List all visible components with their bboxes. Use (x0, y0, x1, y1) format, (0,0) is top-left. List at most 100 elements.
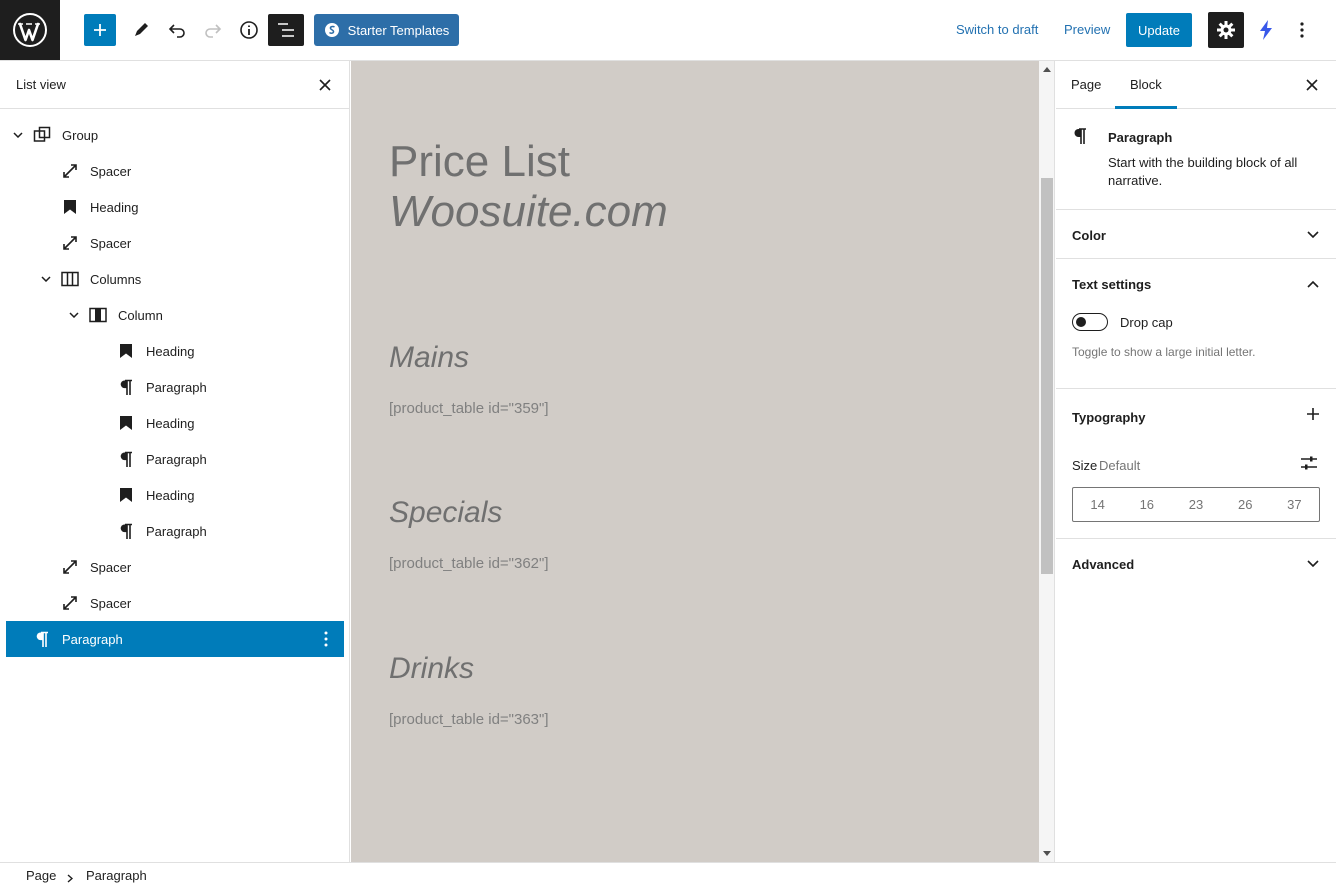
page-heading-line2: Woosuite.com (389, 187, 668, 236)
drop-cap-help: Toggle to show a large initial letter. (1072, 345, 1256, 359)
chevron-down-icon[interactable] (68, 309, 80, 321)
settings-button[interactable] (1208, 12, 1244, 48)
performance-button[interactable] (1254, 14, 1278, 46)
advanced-panel[interactable]: Advanced (1056, 539, 1336, 589)
list-view-item-label: Paragraph (146, 524, 207, 539)
more-vertical-icon[interactable] (324, 631, 330, 647)
starter-templates-button[interactable]: Starter Templates (314, 14, 459, 46)
details-button[interactable] (233, 14, 265, 46)
list-view-item-label: Spacer (90, 596, 132, 611)
list-view-panel: List view Group Spacer Heading Spacer Column… (0, 61, 350, 862)
typography-options-button[interactable] (1306, 407, 1320, 421)
paragraph-icon (1072, 127, 1088, 148)
list-view-item-label: Spacer (90, 560, 132, 575)
list-view-item-label: Heading (146, 488, 195, 503)
page-heading[interactable]: Price List Woosuite.com (389, 137, 668, 237)
list-view-item-heading[interactable]: Heading (6, 333, 344, 369)
section-heading-mains[interactable]: Mains (389, 341, 469, 375)
page-heading-line1: Price List (389, 137, 570, 186)
list-view-item-columns[interactable]: Columns (6, 261, 344, 297)
close-sidebar-button[interactable] (1302, 75, 1322, 95)
shortcode-paragraph-mains[interactable]: [product_table id="359"] (389, 400, 549, 417)
settings-sidebar: Page Block Paragraph Start with the buil… (1056, 61, 1336, 862)
chevron-down-icon[interactable] (40, 273, 52, 285)
plus-icon (94, 24, 106, 36)
list-view-item-label: Heading (146, 344, 195, 359)
scroll-up-arrow-icon[interactable] (1043, 67, 1051, 72)
sidebar-tabs: Page Block (1056, 61, 1336, 109)
font-size-option[interactable]: 23 (1171, 488, 1220, 521)
list-view-item-spacer[interactable]: Spacer (6, 549, 344, 585)
update-button[interactable]: Update (1126, 13, 1192, 47)
preview-button[interactable]: Preview (1064, 14, 1110, 46)
list-view-item-spacer[interactable]: Spacer (6, 585, 344, 621)
redo-button[interactable] (197, 14, 229, 46)
undo-button[interactable] (161, 14, 193, 46)
options-button[interactable] (1290, 14, 1314, 46)
more-vertical-icon (1300, 22, 1304, 38)
chevron-down-icon[interactable] (12, 129, 24, 141)
gear-icon (1217, 21, 1235, 39)
tab-block[interactable]: Block (1115, 61, 1177, 109)
list-view-item-label: Heading (146, 416, 195, 431)
list-view-button[interactable] (268, 14, 304, 46)
list-view-item-label: Column (118, 308, 163, 323)
breadcrumb: Page Paragraph (0, 862, 1336, 887)
spacer-icon (60, 593, 80, 613)
chevron-down-icon (1306, 557, 1320, 571)
section-heading-drinks[interactable]: Drinks (389, 652, 474, 686)
add-block-button[interactable] (84, 14, 116, 46)
canvas-scrollbar[interactable] (1039, 61, 1055, 862)
heading-icon (116, 413, 136, 433)
plus-icon (1307, 408, 1319, 420)
list-view-item-spacer[interactable]: Spacer (6, 153, 344, 189)
list-view-item-label: Paragraph (146, 380, 207, 395)
chevron-right-icon (67, 871, 74, 886)
list-view-item-heading[interactable]: Heading (6, 477, 344, 513)
custom-size-button[interactable] (1300, 455, 1318, 471)
shortcode-paragraph-drinks[interactable]: [product_table id="363"] (389, 711, 549, 728)
editor-canvas[interactable]: Price List Woosuite.com Mains [product_t… (351, 61, 1039, 862)
breadcrumb-item-paragraph[interactable]: Paragraph (86, 868, 147, 883)
close-list-view-button[interactable] (315, 75, 335, 95)
list-view-item-paragraph[interactable]: Paragraph (6, 441, 344, 477)
scroll-down-arrow-icon[interactable] (1043, 851, 1051, 856)
redo-icon (205, 24, 222, 38)
size-value: Default (1099, 458, 1141, 473)
font-size-option[interactable]: 14 (1073, 488, 1122, 521)
text-settings-title[interactable]: Text settings (1072, 277, 1151, 292)
close-icon (319, 79, 331, 91)
list-view-item-heading[interactable]: Heading (6, 405, 344, 441)
heading-icon (116, 341, 136, 361)
list-view-item-paragraph[interactable]: Paragraph (6, 369, 344, 405)
list-view-item-paragraph[interactable]: Paragraph (6, 513, 344, 549)
breadcrumb-item-page[interactable]: Page (26, 868, 56, 883)
list-view-item-column[interactable]: Column (6, 297, 344, 333)
heading-icon (116, 485, 136, 505)
font-size-option[interactable]: 26 (1221, 488, 1270, 521)
paragraph-icon (32, 629, 52, 649)
scroll-thumb[interactable] (1041, 178, 1053, 574)
list-view-header: List view (0, 61, 349, 109)
sliders-icon (1301, 456, 1317, 470)
tools-button[interactable] (125, 14, 157, 46)
font-size-option[interactable]: 37 (1270, 488, 1319, 521)
list-view-item-paragraph[interactable]: Paragraph (6, 621, 344, 657)
section-heading-specials[interactable]: Specials (389, 496, 502, 530)
wordpress-logo-icon[interactable] (0, 0, 60, 60)
pencil-icon (135, 23, 148, 36)
list-view-item-label: Spacer (90, 236, 132, 251)
list-view-item-group[interactable]: Group (6, 117, 344, 153)
heading-icon (60, 197, 80, 217)
shortcode-paragraph-specials[interactable]: [product_table id="362"] (389, 555, 549, 572)
list-view-item-label: Spacer (90, 164, 132, 179)
color-panel[interactable]: Color (1056, 210, 1336, 259)
chevron-up-icon[interactable] (1306, 277, 1320, 291)
info-icon (240, 21, 258, 39)
list-view-item-heading[interactable]: Heading (6, 189, 344, 225)
list-view-item-spacer[interactable]: Spacer (6, 225, 344, 261)
switch-to-draft-button[interactable]: Switch to draft (956, 14, 1038, 46)
font-size-option[interactable]: 16 (1122, 488, 1171, 521)
drop-cap-toggle[interactable] (1072, 313, 1108, 331)
tab-page[interactable]: Page (1071, 61, 1101, 109)
